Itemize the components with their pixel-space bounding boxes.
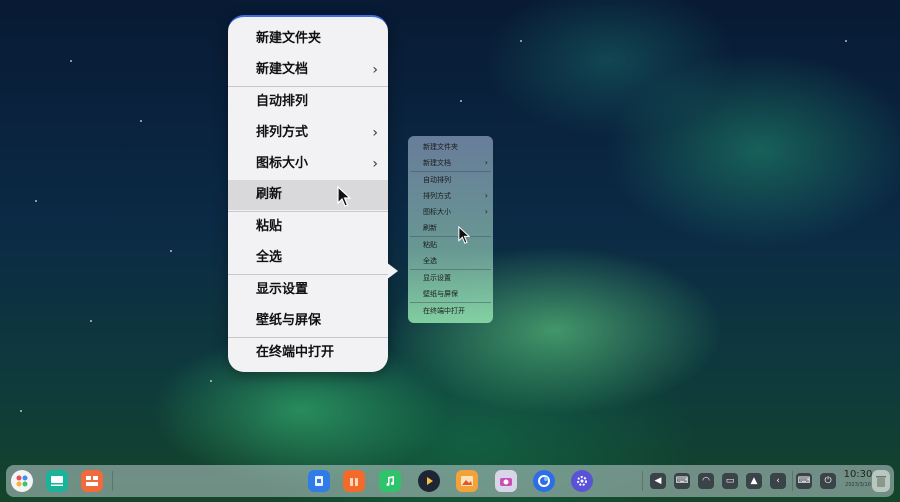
- onscreen-keyboard-icon[interactable]: ⌨: [796, 473, 812, 489]
- power-icon[interactable]: ⏻: [820, 473, 836, 489]
- context-menu: 新建文件夹 新建文档 › 自动排列 排列方式 › 图标大小 › 刷新 粘贴 全选 显示…: [408, 136, 493, 323]
- menu-item-label: 在终端中打开: [256, 345, 335, 360]
- dock-divider: [792, 471, 793, 491]
- menu-item-paste[interactable]: 粘贴: [228, 212, 388, 242]
- menu-item-new-document[interactable]: 新建文档 ›: [408, 155, 493, 171]
- menu-item-label: 自动排列: [423, 176, 451, 184]
- app-store-icon[interactable]: [343, 470, 365, 492]
- star: [35, 200, 37, 202]
- menu-item-icon-size[interactable]: 图标大小 ›: [228, 149, 388, 179]
- menu-item-sort-by[interactable]: 排列方式 ›: [408, 188, 493, 204]
- music-icon[interactable]: [379, 470, 401, 492]
- menu-item-label: 新建文档: [256, 62, 309, 77]
- menu-item-display-settings[interactable]: 显示设置: [408, 270, 493, 286]
- context-menu-magnified: 新建文件夹 新建文档 › 自动排列 排列方式 › 图标大小 › 刷新 粘贴 全选 显示…: [228, 15, 398, 372]
- clock[interactable]: 10:30 2023/3/10: [842, 468, 874, 489]
- menu-item-wallpaper[interactable]: 壁纸与屏保: [408, 286, 493, 302]
- star: [140, 120, 142, 122]
- chevron-right-icon: ›: [484, 191, 488, 200]
- camera-icon[interactable]: [495, 470, 517, 492]
- star: [170, 250, 172, 252]
- clock-time: 10:30: [843, 469, 873, 480]
- star: [520, 40, 522, 42]
- menu-item-label: 全选: [423, 257, 437, 265]
- menu-item-refresh[interactable]: 刷新: [408, 220, 493, 236]
- chevron-right-icon: ›: [484, 207, 488, 216]
- menu-item-label: 新建文件夹: [423, 143, 458, 151]
- menu-item-display-settings[interactable]: 显示设置: [228, 275, 388, 305]
- menu-item-label: 壁纸与屏保: [423, 290, 458, 298]
- dock: ◀ ⌨ ◠ ▭ ▲ ‹ ⌨ ⏻ 10:30 2023/3/10: [6, 465, 894, 497]
- menu-item-select-all[interactable]: 全选: [228, 243, 388, 273]
- menu-item-auto-arrange[interactable]: 自动排列: [408, 172, 493, 188]
- menu-item-new-folder[interactable]: 新建文件夹: [228, 24, 388, 54]
- menu-item-label: 排列方式: [423, 192, 451, 200]
- dock-divider: [642, 471, 643, 491]
- browser-icon[interactable]: [533, 470, 555, 492]
- image-viewer-icon[interactable]: [456, 470, 478, 492]
- menu-item-wallpaper[interactable]: 壁纸与屏保: [228, 306, 388, 336]
- notification-icon[interactable]: ▲: [746, 473, 762, 489]
- dock-divider: [112, 471, 113, 491]
- menu-item-refresh[interactable]: 刷新: [228, 180, 388, 210]
- wifi-icon[interactable]: ◠: [698, 473, 714, 489]
- menu-item-label: 粘贴: [256, 219, 283, 234]
- menu-item-select-all[interactable]: 全选: [408, 253, 493, 269]
- menu-item-label: 在终端中打开: [423, 307, 465, 315]
- workspace-icon[interactable]: [81, 470, 103, 492]
- menu-item-auto-arrange[interactable]: 自动排列: [228, 87, 388, 117]
- collapse-tray-icon[interactable]: ‹: [770, 473, 786, 489]
- star: [460, 100, 462, 102]
- menu-item-new-document[interactable]: 新建文档 ›: [228, 55, 388, 85]
- menu-item-label: 显示设置: [423, 274, 451, 282]
- menu-item-label: 刷新: [256, 187, 283, 202]
- menu-item-label: 壁纸与屏保: [256, 313, 322, 328]
- star: [20, 410, 22, 412]
- star: [845, 40, 847, 42]
- mouse-pointer-icon: [337, 186, 351, 207]
- menu-item-icon-size[interactable]: 图标大小 ›: [408, 204, 493, 220]
- chevron-right-icon: ›: [372, 156, 378, 172]
- menu-item-paste[interactable]: 粘贴: [408, 237, 493, 253]
- chevron-right-icon: ›: [372, 62, 378, 78]
- menu-item-label: 新建文件夹: [256, 31, 322, 46]
- trash-icon[interactable]: [872, 470, 890, 492]
- menu-item-open-terminal[interactable]: 在终端中打开: [228, 338, 388, 368]
- chevron-right-icon: ›: [484, 158, 488, 167]
- menu-item-label: 粘贴: [423, 241, 437, 249]
- battery-icon[interactable]: ▭: [722, 473, 738, 489]
- menu-item-label: 自动排列: [256, 94, 309, 109]
- file-manager-icon[interactable]: [308, 470, 330, 492]
- menu-item-label: 图标大小: [256, 156, 309, 171]
- menu-item-new-folder[interactable]: 新建文件夹: [408, 139, 493, 155]
- menu-item-label: 显示设置: [256, 282, 309, 297]
- multitask-view-icon[interactable]: [46, 470, 68, 492]
- menu-item-label: 全选: [256, 250, 283, 265]
- star: [70, 60, 72, 62]
- chevron-right-icon: ›: [372, 125, 378, 141]
- clock-date: 2023/3/10: [845, 482, 871, 488]
- keyboard-icon[interactable]: ⌨: [674, 473, 690, 489]
- menu-item-label: 刷新: [423, 224, 437, 232]
- star: [210, 380, 212, 382]
- menu-item-open-terminal[interactable]: 在终端中打开: [408, 303, 493, 319]
- launcher-icon[interactable]: [11, 470, 33, 492]
- menu-item-label: 图标大小: [423, 208, 451, 216]
- star: [90, 320, 92, 322]
- control-center-icon[interactable]: [571, 470, 593, 492]
- movie-icon[interactable]: [418, 470, 440, 492]
- menu-item-label: 排列方式: [256, 125, 309, 140]
- volume-icon[interactable]: ◀: [650, 473, 666, 489]
- menu-item-label: 新建文档: [423, 159, 451, 167]
- menu-item-sort-by[interactable]: 排列方式 ›: [228, 118, 388, 148]
- mouse-pointer-icon: [458, 226, 470, 244]
